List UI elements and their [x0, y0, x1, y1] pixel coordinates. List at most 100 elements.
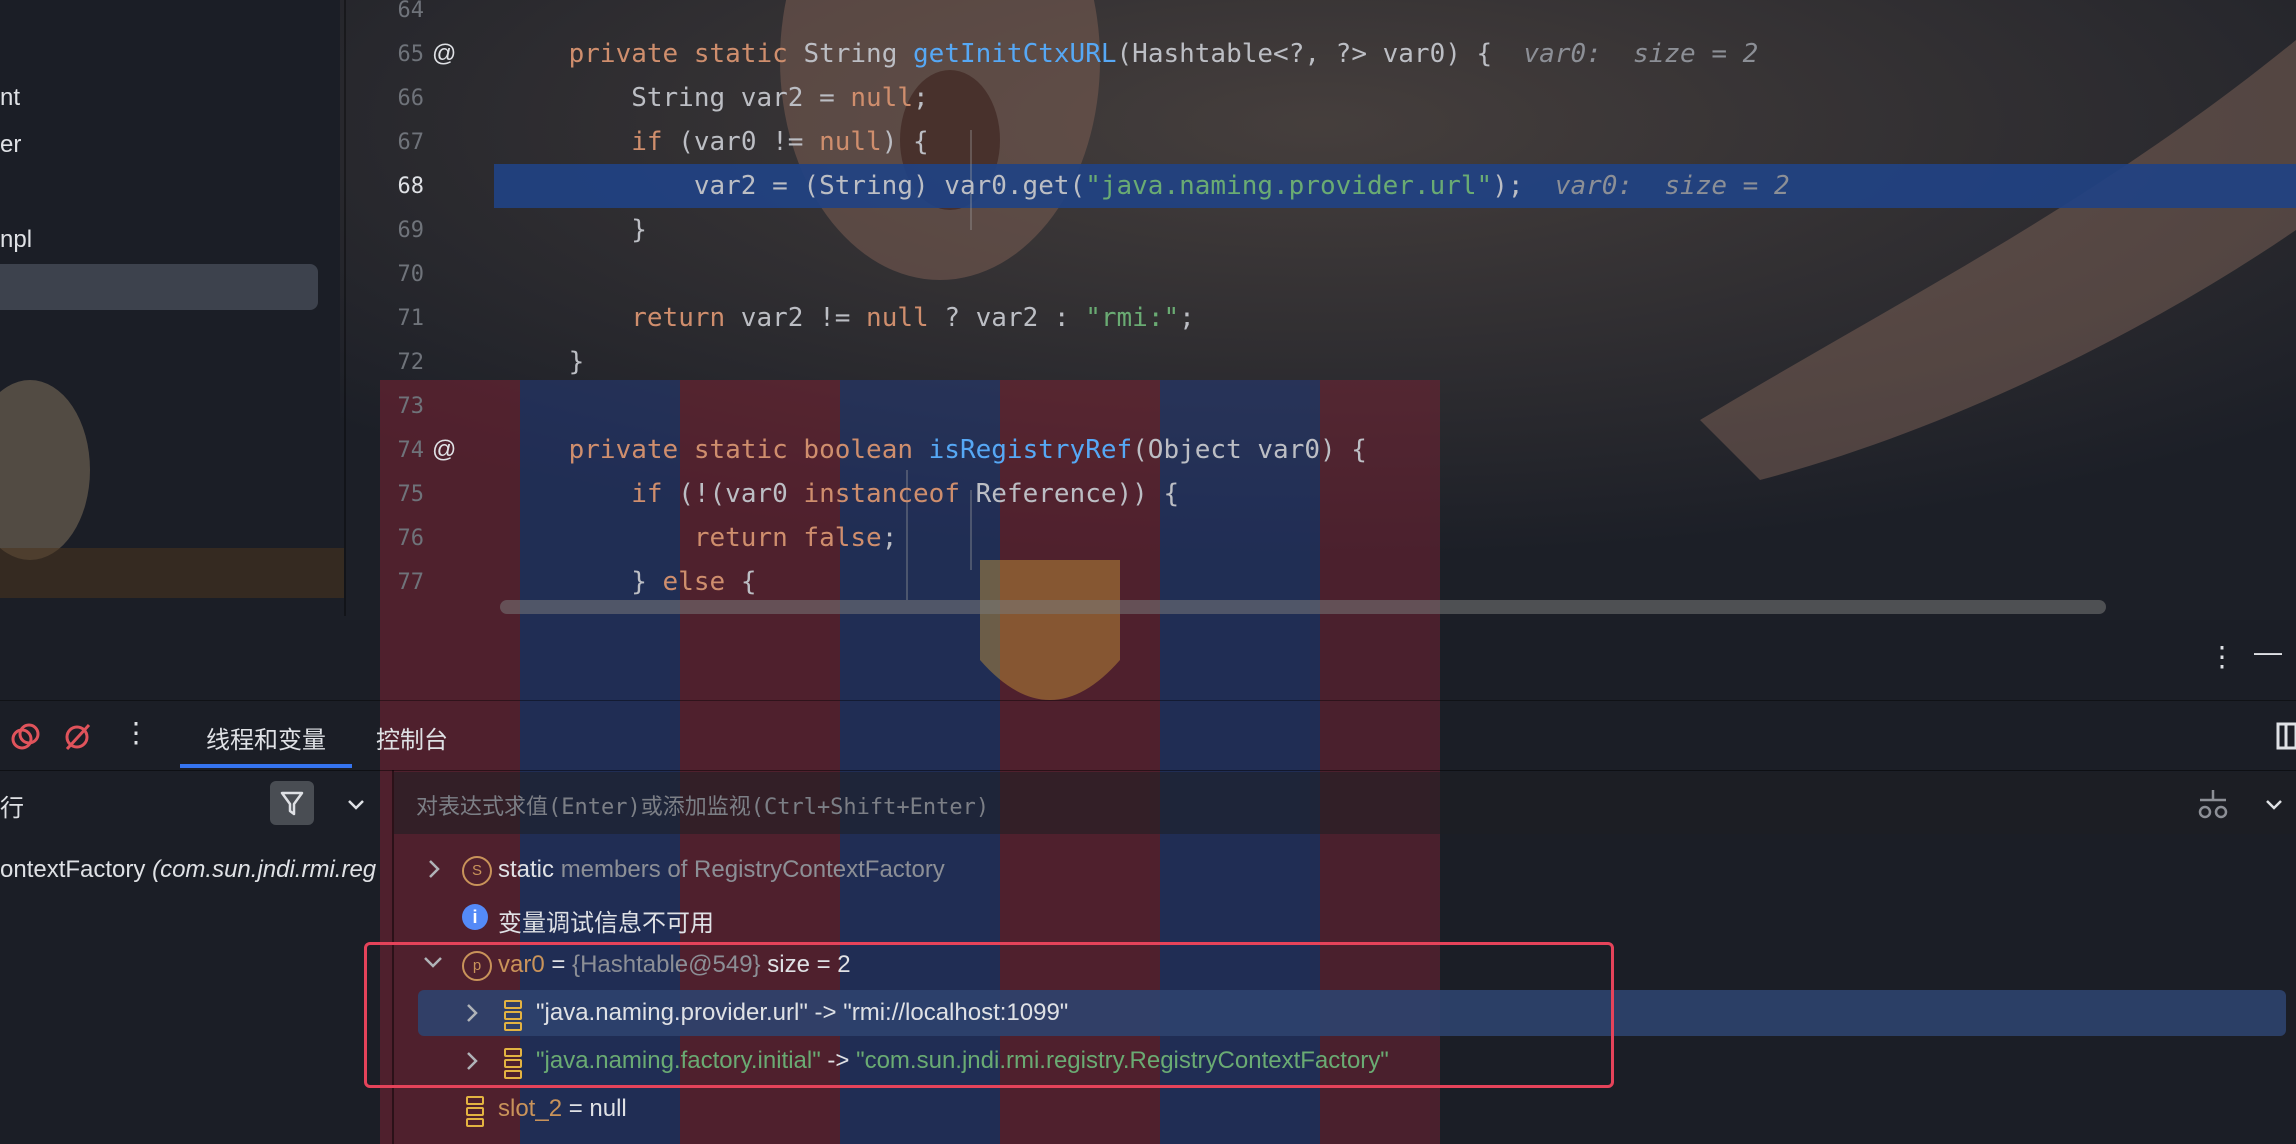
code-token: var0: size = 2	[1523, 39, 1759, 69]
code-token: return false	[693, 523, 882, 553]
code-line: }	[506, 340, 585, 384]
frames-header: 行	[0, 795, 24, 822]
tree-highlight-bar	[0, 548, 344, 598]
line-number[interactable]: 66	[346, 86, 425, 111]
line-number[interactable]: 64	[346, 0, 425, 23]
static-desc: members of RegistryContextFactory	[560, 856, 945, 883]
code-line: return false;	[506, 516, 898, 560]
code-token: private static boolean	[568, 435, 929, 465]
code-token: ) {	[881, 127, 929, 157]
line-number[interactable]: 67	[346, 130, 425, 155]
tab-threads-variables[interactable]: 线程和变量	[206, 720, 326, 755]
code-token: null	[819, 127, 882, 157]
annotation-highlight-box	[364, 942, 1614, 1088]
code-line: if (!(var0 instanceof Reference)) {	[506, 472, 1179, 516]
tree-item[interactable]: nt	[0, 84, 20, 112]
code-line: private static String getInitCtxURL(Hash…	[506, 32, 1759, 76]
code-token: isRegistryRef	[928, 435, 1133, 465]
code-token: "rmi:"	[1085, 303, 1180, 333]
tab-console[interactable]: 控制台	[376, 720, 448, 755]
line-number[interactable]: 75	[346, 482, 425, 507]
line-number[interactable]: 77	[346, 570, 425, 595]
code-token: null	[850, 83, 913, 113]
code-line: } else {	[506, 560, 756, 604]
line-number[interactable]: 76	[346, 526, 425, 551]
info-icon: i	[462, 904, 488, 930]
add-watch-icon[interactable]	[2196, 788, 2230, 822]
code-token: var0: size = 2	[1554, 171, 1790, 201]
code-token: var2 !=	[725, 303, 867, 333]
code-token: ;	[881, 523, 898, 553]
code-token: }	[506, 567, 663, 597]
line-number[interactable]: 65	[346, 42, 425, 67]
code-line: private static boolean isRegistryRef(Obj…	[506, 428, 1367, 472]
rerun-icon[interactable]	[10, 722, 40, 752]
code-token: String	[803, 39, 914, 69]
code-line: String var2 = null;	[506, 76, 929, 120]
chevron-down-icon[interactable]	[344, 792, 368, 816]
code-line: var2 = (String) var0.get("java.naming.pr…	[506, 164, 1790, 208]
code-token: ;	[1179, 303, 1195, 333]
code-token: if	[631, 127, 663, 157]
tree-item[interactable]: npl	[0, 226, 32, 254]
layout-icon[interactable]	[2276, 722, 2296, 750]
evaluate-input[interactable]: 对表达式求值(Enter)或添加监视(Ctrl+Shift+Enter)	[416, 789, 989, 821]
local-variable-icon	[466, 1096, 484, 1127]
code-token: (!(var0	[662, 479, 804, 509]
code-token: (Hashtable<?, ?> var0) {	[1116, 39, 1524, 69]
line-number[interactable]: 69	[346, 218, 425, 243]
code-token: (Object var0) {	[1132, 435, 1367, 465]
code-token: var2 = (String) var0.get(	[506, 171, 1086, 201]
code-token: "java.naming.provider.url"	[1085, 171, 1493, 201]
code-line: if (var0 != null) {	[506, 120, 929, 164]
chevron-down-icon[interactable]	[2262, 792, 2286, 816]
line-number[interactable]: 70	[346, 262, 425, 287]
code-token: null	[866, 303, 929, 333]
code-token: private static	[568, 39, 804, 69]
tree-selection	[0, 264, 318, 310]
line-number[interactable]: 73	[346, 394, 425, 419]
line-number[interactable]: 72	[346, 350, 425, 375]
line-number[interactable]: 74	[346, 438, 425, 463]
tree-item[interactable]: er	[0, 131, 21, 159]
line-number[interactable]: 68	[346, 174, 425, 199]
horizontal-scrollbar[interactable]	[500, 600, 2106, 614]
code-token: getInitCtxURL	[913, 39, 1117, 69]
code-token: String var2 =	[506, 83, 851, 113]
stack-frame-item[interactable]: ontextFactory (com.sun.jndi.rmi.reg	[0, 856, 392, 884]
minimize-icon[interactable]: —	[2254, 636, 2282, 668]
code-token: ? var2 :	[928, 303, 1086, 333]
static-label: static	[498, 856, 555, 883]
code-token: instanceof	[803, 479, 960, 509]
filter-icon	[280, 791, 304, 816]
static-members-row[interactable]: static members of RegistryContextFactory	[498, 856, 945, 884]
frame-name: ontextFactory	[0, 856, 146, 883]
code-token: {	[725, 567, 757, 597]
chevron-right-icon[interactable]	[426, 858, 442, 880]
code-token: if	[631, 479, 663, 509]
panel-divider	[0, 770, 2296, 771]
line-number[interactable]: 71	[346, 306, 425, 331]
toolwindow-divider	[0, 700, 2296, 701]
more-vertical-icon[interactable]: ⋮	[122, 716, 150, 749]
override-marker-icon[interactable]: @	[432, 436, 456, 464]
frame-location: (com.sun.jndi.rmi.reg	[152, 856, 377, 883]
code-line: }	[506, 208, 647, 252]
mute-breakpoints-icon[interactable]	[62, 722, 92, 752]
code-token: ;	[913, 83, 929, 113]
code-token: Reference)) {	[959, 479, 1180, 509]
code-token: else	[662, 567, 726, 597]
slot-name: slot_2	[498, 1095, 563, 1122]
code-token: return	[631, 303, 726, 333]
override-marker-icon[interactable]: @	[432, 40, 456, 68]
filter-button[interactable]	[270, 781, 314, 825]
code-editor[interactable]: 64 65 @ private static String getInitCtxUR…	[346, 0, 2296, 616]
more-vertical-icon[interactable]: ⋮	[2208, 640, 2236, 673]
slot-2-row[interactable]: slot_2 = null	[498, 1095, 627, 1123]
slot-eq: =	[562, 1095, 590, 1122]
